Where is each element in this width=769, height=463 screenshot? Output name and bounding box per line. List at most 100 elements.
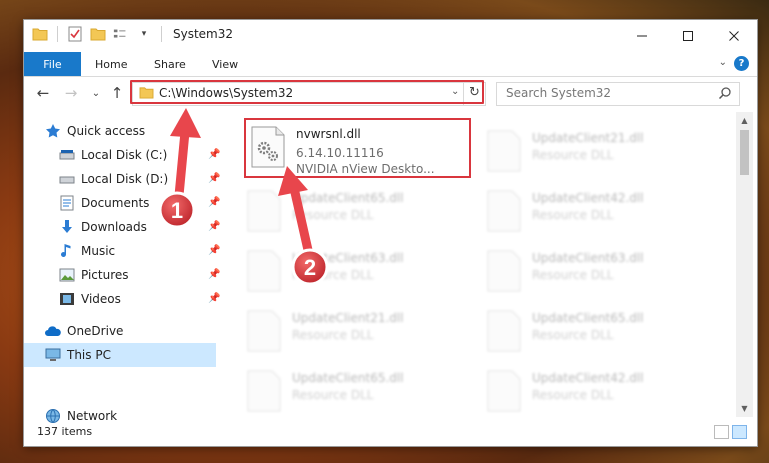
search-icon[interactable]: [718, 86, 732, 103]
videos-icon: [58, 290, 76, 308]
tab-home[interactable]: Home: [95, 52, 127, 76]
sidebar-item-videos[interactable]: Videos 📌: [58, 287, 220, 311]
file-item[interactable]: UpdateClient42.dll Resource DLL: [478, 362, 703, 417]
dll-file-icon: [246, 190, 282, 232]
sidebar-item-this-pc[interactable]: This PC: [24, 343, 216, 367]
title-bar: ▾ System32: [24, 20, 757, 52]
tab-share[interactable]: Share: [154, 52, 186, 76]
caption-buttons: [619, 20, 757, 52]
scrollbar-thumb[interactable]: [740, 130, 749, 175]
large-icons-view-icon[interactable]: [732, 425, 747, 439]
file-type: Resource DLL: [292, 268, 374, 282]
dll-file-icon: [486, 310, 522, 352]
sidebar-item-label: Local Disk (C:): [81, 148, 168, 162]
new-folder-icon[interactable]: [90, 26, 106, 42]
pin-icon[interactable]: 📌: [208, 245, 220, 256]
file-name: UpdateClient42.dll: [532, 371, 644, 385]
file-name: UpdateClient65.dll: [292, 371, 404, 385]
address-highlight-box: [130, 80, 484, 104]
folder-icon: [32, 26, 48, 42]
file-type: Resource DLL: [532, 148, 614, 162]
computer-icon: [44, 346, 62, 364]
file-name: UpdateClient42.dll: [532, 191, 644, 205]
dll-file-icon: [246, 250, 282, 292]
dll-file-icon: [486, 250, 522, 292]
properties-icon[interactable]: [67, 26, 83, 42]
dll-file-icon: [486, 370, 522, 412]
pictures-icon: [58, 266, 76, 284]
sidebar-item-label: Videos: [81, 292, 121, 306]
file-type: Resource DLL: [292, 388, 374, 402]
item-count: 137 items: [37, 425, 93, 438]
pin-icon[interactable]: 📌: [208, 173, 220, 184]
recent-locations-button[interactable]: ⌄: [87, 84, 105, 102]
file-item[interactable]: UpdateClient65.dll Resource DLL: [478, 302, 703, 358]
back-button[interactable]: ←: [34, 84, 52, 102]
vertical-scrollbar[interactable]: ▲ ▼: [736, 112, 753, 417]
tab-view[interactable]: View: [212, 52, 238, 76]
sidebar-item-music[interactable]: Music 📌: [58, 239, 220, 263]
forward-button[interactable]: →: [62, 84, 80, 102]
documents-icon: [58, 194, 76, 212]
title-separator: [161, 26, 162, 42]
file-item[interactable]: UpdateClient65.dll Resource DLL: [238, 362, 463, 417]
scroll-down-icon[interactable]: ▼: [736, 400, 753, 417]
dll-file-icon: [486, 130, 522, 172]
file-type: Resource DLL: [532, 208, 614, 222]
file-name: UpdateClient21.dll: [532, 131, 644, 145]
star-icon: [44, 122, 62, 140]
music-icon: [58, 242, 76, 260]
dropdown-arrow-icon[interactable]: ▾: [136, 26, 152, 42]
scroll-up-icon[interactable]: ▲: [736, 112, 753, 129]
sidebar-item-local-disk-c[interactable]: Local Disk (C:) 📌: [58, 143, 220, 167]
sidebar-item-quick-access[interactable]: Quick access: [44, 119, 145, 143]
pin-icon[interactable]: 📌: [208, 149, 220, 160]
up-button[interactable]: ↑: [108, 84, 126, 102]
drive-icon: [58, 170, 76, 188]
file-item[interactable]: UpdateClient21.dll Resource DLL: [238, 302, 463, 358]
ribbon-tabs: File Home Share View ⌄ ?: [24, 52, 757, 77]
sidebar-item-onedrive[interactable]: OneDrive: [44, 319, 123, 343]
dll-file-icon: [486, 190, 522, 232]
tab-file[interactable]: File: [24, 52, 81, 76]
sidebar-item-pictures[interactable]: Pictures 📌: [58, 263, 220, 287]
sidebar-item-label: This PC: [67, 348, 111, 362]
search-box[interactable]: Search System32: [496, 82, 740, 106]
minimize-button[interactable]: [619, 20, 665, 52]
dll-file-icon: [246, 310, 282, 352]
maximize-button[interactable]: [665, 20, 711, 52]
file-item[interactable]: UpdateClient42.dll Resource DLL: [478, 182, 703, 238]
file-explorer-window: ▾ System32 File Home Share View ⌄ ? ← → …: [24, 20, 757, 446]
pin-icon[interactable]: 📌: [208, 269, 220, 280]
file-type: Resource DLL: [292, 328, 374, 342]
file-item[interactable]: UpdateClient63.dll Resource DLL: [478, 242, 703, 298]
sidebar-item-local-disk-d[interactable]: Local Disk (D:) 📌: [58, 167, 220, 191]
sidebar-item-label: Documents: [81, 196, 150, 210]
sidebar-item-label: Pictures: [81, 268, 129, 282]
details-view-icon[interactable]: [714, 425, 729, 439]
file-type: Resource DLL: [292, 208, 374, 222]
file-type: Resource DLL: [532, 388, 614, 402]
dll-file-icon: [246, 370, 282, 412]
file-item[interactable]: UpdateClient65.dll Resource DLL: [238, 182, 463, 238]
file-name: UpdateClient65.dll: [532, 311, 644, 325]
pin-icon[interactable]: 📌: [208, 197, 220, 208]
navigation-pane: Quick access Local Disk (C:) 📌 Local Dis…: [24, 112, 220, 423]
quick-access-toolbar: ▾ System32: [32, 26, 233, 42]
file-name: UpdateClient63.dll: [532, 251, 644, 265]
file-item[interactable]: UpdateClient63.dll Resource DLL: [238, 242, 463, 298]
sidebar-item-documents[interactable]: Documents 📌: [58, 191, 220, 215]
pin-icon[interactable]: 📌: [208, 293, 220, 304]
search-input[interactable]: Search System32: [506, 86, 611, 100]
file-item[interactable]: UpdateClient21.dll Resource DLL: [478, 122, 703, 178]
close-button[interactable]: [711, 20, 757, 52]
pin-icon[interactable]: 📌: [208, 221, 220, 232]
window-title: System32: [173, 27, 234, 41]
help-icon[interactable]: ?: [734, 56, 749, 71]
customize-toolbar-icon[interactable]: [113, 26, 129, 42]
expand-ribbon-icon[interactable]: ⌄: [719, 57, 727, 68]
file-type: Resource DLL: [532, 268, 614, 282]
file-type: Resource DLL: [532, 328, 614, 342]
download-icon: [58, 218, 76, 236]
sidebar-item-downloads[interactable]: Downloads 📌: [58, 215, 220, 239]
